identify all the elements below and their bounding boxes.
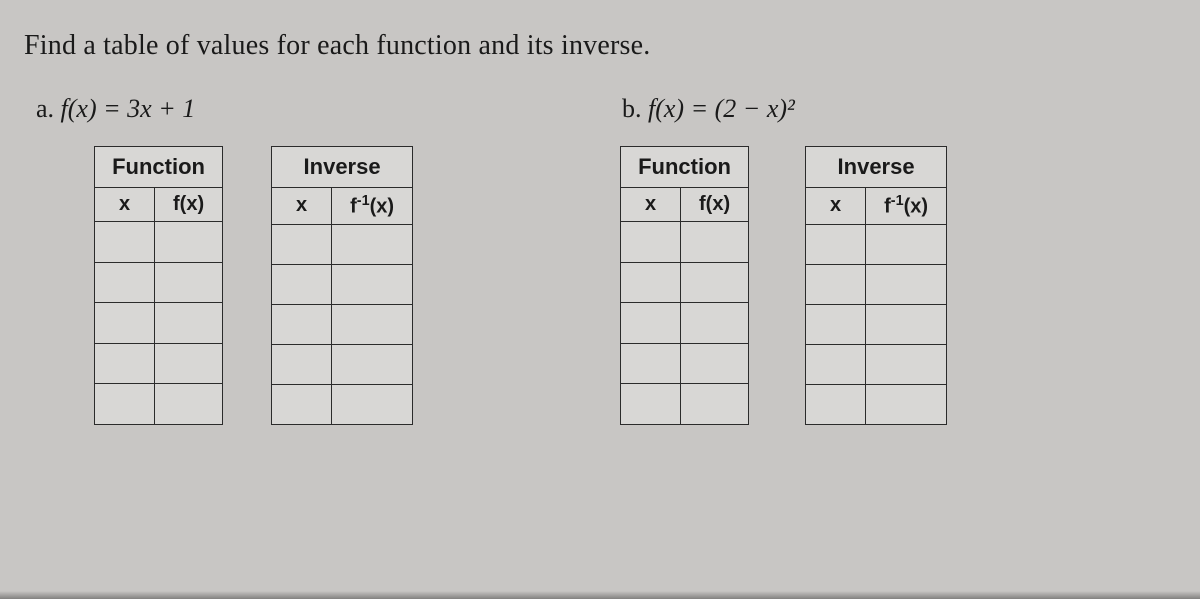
cell[interactable] xyxy=(155,262,223,303)
cell[interactable] xyxy=(95,384,155,425)
part-a-tables: Function x f(x) Inverse xyxy=(24,146,590,425)
cell[interactable] xyxy=(332,264,413,304)
cell[interactable] xyxy=(95,262,155,303)
table-row xyxy=(95,222,223,263)
part-a-function-table: Function x f(x) xyxy=(94,146,223,425)
table-row xyxy=(806,264,947,304)
cell[interactable] xyxy=(272,304,332,344)
part-a-label: a. f(x) = 3x + 1 xyxy=(24,94,590,124)
cell[interactable] xyxy=(95,222,155,263)
cell[interactable] xyxy=(272,264,332,304)
cell[interactable] xyxy=(621,343,681,384)
table-title: Inverse xyxy=(806,147,947,188)
cell[interactable] xyxy=(806,304,866,344)
cell[interactable] xyxy=(681,222,749,263)
part-a: a. f(x) = 3x + 1 Function x f(x) xyxy=(24,94,590,425)
table-title: Inverse xyxy=(272,147,413,188)
cell[interactable] xyxy=(272,384,332,424)
cell[interactable] xyxy=(866,384,947,424)
col-finv-header: f-1(x) xyxy=(866,188,947,225)
table-row xyxy=(806,344,947,384)
table-row xyxy=(95,343,223,384)
cell[interactable] xyxy=(681,262,749,303)
cell[interactable] xyxy=(332,384,413,424)
cell[interactable] xyxy=(155,343,223,384)
cell[interactable] xyxy=(95,303,155,344)
table-row xyxy=(272,224,413,264)
cell[interactable] xyxy=(866,304,947,344)
part-b-label: b. f(x) = (2 − x)² xyxy=(610,94,1176,124)
part-a-inverse-table: Inverse x f-1(x) xyxy=(271,146,413,425)
cell[interactable] xyxy=(806,264,866,304)
cell[interactable] xyxy=(621,262,681,303)
table-row xyxy=(272,384,413,424)
cell[interactable] xyxy=(866,264,947,304)
cell[interactable] xyxy=(332,224,413,264)
cell[interactable] xyxy=(332,304,413,344)
table-row xyxy=(621,343,749,384)
table-row xyxy=(806,304,947,344)
part-b-prefix: b. xyxy=(622,94,648,123)
table-row xyxy=(806,384,947,424)
part-a-expression: f(x) = 3x + 1 xyxy=(61,94,196,123)
part-b-inverse-table: Inverse x f-1(x) xyxy=(805,146,947,425)
table-row xyxy=(621,303,749,344)
table-row xyxy=(272,304,413,344)
col-x-header: x xyxy=(806,188,866,225)
cell[interactable] xyxy=(681,343,749,384)
parts-container: a. f(x) = 3x + 1 Function x f(x) xyxy=(24,94,1176,425)
col-x-header: x xyxy=(272,188,332,225)
cell[interactable] xyxy=(155,384,223,425)
bottom-shadow xyxy=(0,591,1200,599)
cell[interactable] xyxy=(272,344,332,384)
cell[interactable] xyxy=(866,344,947,384)
cell[interactable] xyxy=(806,224,866,264)
instruction-text: Find a table of values for each function… xyxy=(24,30,1176,62)
table-row xyxy=(95,384,223,425)
cell[interactable] xyxy=(621,384,681,425)
col-fx-header: f(x) xyxy=(155,188,223,222)
table-row xyxy=(272,344,413,384)
part-b-tables: Function x f(x) Inverse xyxy=(610,146,1176,425)
col-x-header: x xyxy=(95,188,155,222)
col-x-header: x xyxy=(621,188,681,222)
part-b: b. f(x) = (2 − x)² Function x f(x) xyxy=(610,94,1176,425)
cell[interactable] xyxy=(866,224,947,264)
cell[interactable] xyxy=(155,303,223,344)
cell[interactable] xyxy=(95,343,155,384)
table-row xyxy=(95,262,223,303)
cell[interactable] xyxy=(806,344,866,384)
part-b-function-table: Function x f(x) xyxy=(620,146,749,425)
table-row xyxy=(621,262,749,303)
cell[interactable] xyxy=(621,222,681,263)
table-title: Function xyxy=(621,147,749,188)
table-row xyxy=(272,264,413,304)
cell[interactable] xyxy=(332,344,413,384)
table-row xyxy=(95,303,223,344)
table-row xyxy=(806,224,947,264)
part-a-prefix: a. xyxy=(36,94,61,123)
table-title: Function xyxy=(95,147,223,188)
cell[interactable] xyxy=(155,222,223,263)
col-finv-header: f-1(x) xyxy=(332,188,413,225)
cell[interactable] xyxy=(681,303,749,344)
cell[interactable] xyxy=(621,303,681,344)
cell[interactable] xyxy=(806,384,866,424)
table-row xyxy=(621,222,749,263)
part-b-expression: f(x) = (2 − x)² xyxy=(648,94,795,123)
cell[interactable] xyxy=(681,384,749,425)
col-fx-header: f(x) xyxy=(681,188,749,222)
cell[interactable] xyxy=(272,224,332,264)
table-row xyxy=(621,384,749,425)
